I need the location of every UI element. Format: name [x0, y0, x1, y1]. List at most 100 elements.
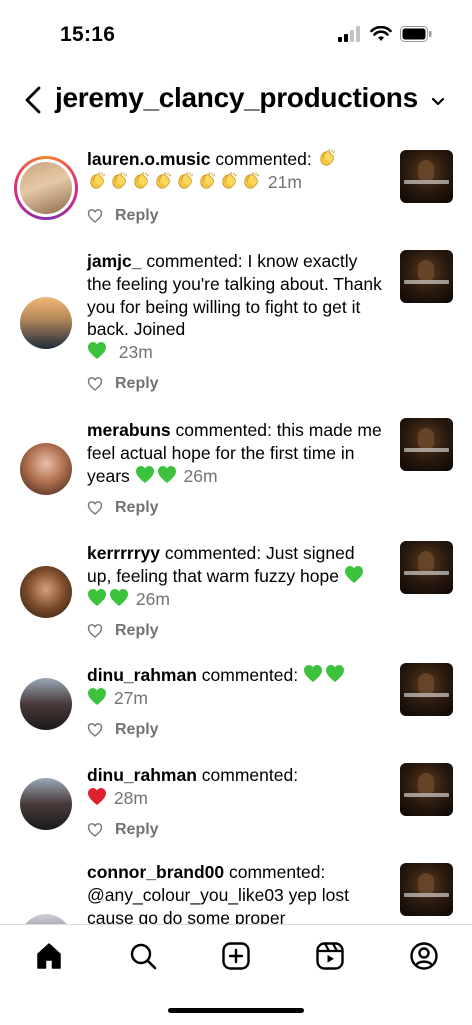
reply-row: Reply: [87, 821, 159, 839]
page-header: jeremy_clancy_productions: [0, 78, 472, 124]
like-heart-icon[interactable]: [87, 500, 103, 516]
chevron-down-icon[interactable]: [430, 96, 446, 108]
reply-row: Reply: [87, 207, 159, 225]
clap-emoji-icon: [197, 171, 217, 191]
comment-verb: commented:: [215, 149, 312, 169]
activity-feed[interactable]: lauren.o.music commented: 21m Reply jamj…: [0, 138, 472, 924]
comment-username[interactable]: kerrrrryy: [87, 543, 160, 563]
comment-body: @any_colour_you_like03 yep lost cause go…: [87, 884, 349, 924]
battery-icon: [400, 26, 432, 42]
like-heart-icon[interactable]: [87, 722, 103, 738]
comment-time: 27m: [113, 687, 148, 708]
comment-verb: commented:: [201, 665, 299, 685]
comment-time: 26m: [183, 465, 218, 486]
comment-text: connor_brand00 commented: @any_colour_yo…: [87, 861, 382, 924]
reply-button[interactable]: Reply: [115, 375, 159, 393]
reply-button[interactable]: Reply: [115, 622, 159, 640]
comment-time: 21m: [267, 171, 302, 192]
search-icon[interactable]: [128, 941, 158, 971]
like-heart-icon[interactable]: [87, 623, 103, 639]
clap-emoji-icon: [317, 148, 337, 168]
list-item[interactable]: connor_brand00 commented: @any_colour_yo…: [0, 861, 472, 924]
status-bar: 15:16: [0, 0, 472, 70]
comment-text: merabuns commented: this made me feel ac…: [87, 419, 382, 487]
comment-username[interactable]: connor_brand00: [87, 862, 224, 882]
clap-emoji-icon: [175, 171, 195, 191]
list-item[interactable]: merabuns commented: this made me feel ac…: [0, 416, 472, 526]
cellular-signal-icon: [338, 26, 360, 42]
wifi-icon: [370, 26, 392, 41]
clap-emoji-icon: [131, 171, 151, 191]
reply-row: Reply: [87, 499, 159, 517]
comment-time: 28m: [113, 787, 148, 808]
comment-text: dinu_rahman commented: 27m: [87, 664, 382, 710]
post-thumbnail[interactable]: [400, 863, 453, 916]
reply-button[interactable]: Reply: [115, 721, 159, 739]
comment-username[interactable]: jamjc_: [87, 251, 141, 271]
avatar[interactable]: [20, 443, 72, 495]
comment-time: 23m: [118, 342, 153, 363]
comment-time: 26m: [135, 588, 170, 609]
comment-text: dinu_rahman commented: 28m: [87, 764, 382, 810]
comment-username[interactable]: dinu_rahman: [87, 765, 197, 785]
post-thumbnail[interactable]: [400, 250, 453, 303]
clap-emoji-icon: [87, 171, 107, 191]
like-heart-icon[interactable]: [87, 208, 103, 224]
account-title[interactable]: jeremy_clancy_productions: [55, 82, 418, 114]
avatar[interactable]: [20, 914, 72, 924]
comment-verb: commented:: [201, 765, 299, 785]
comment-text: jamjc_ commented: I know exactly the fee…: [87, 250, 382, 364]
reply-button[interactable]: Reply: [115, 207, 159, 225]
clap-emoji-icon: [109, 171, 129, 191]
home-icon[interactable]: [34, 941, 64, 971]
home-indicator[interactable]: [168, 1008, 304, 1013]
comment-username[interactable]: dinu_rahman: [87, 665, 197, 685]
back-arrow-icon[interactable]: [20, 84, 48, 116]
reply-button[interactable]: Reply: [115, 499, 159, 517]
green-heart-emoji-icon: [344, 565, 364, 585]
avatar[interactable]: [20, 778, 72, 830]
clap-emoji-icon: [153, 171, 173, 191]
reply-row: Reply: [87, 721, 159, 739]
post-thumbnail[interactable]: [400, 418, 453, 471]
like-heart-icon[interactable]: [87, 822, 103, 838]
list-item[interactable]: jamjc_ commented: I know exactly the fee…: [0, 242, 472, 402]
red-heart-emoji-icon: [87, 787, 107, 807]
reels-icon[interactable]: [315, 941, 345, 971]
green-heart-emoji-icon: [325, 664, 345, 684]
green-heart-emoji-icon: [87, 687, 107, 707]
post-thumbnail[interactable]: [400, 763, 453, 816]
comment-verb: commented:: [229, 862, 326, 882]
list-item[interactable]: lauren.o.music commented: 21m Reply: [0, 138, 472, 233]
comment-verb: commented:: [175, 420, 272, 440]
avatar[interactable]: [20, 566, 72, 618]
post-thumbnail[interactable]: [400, 663, 453, 716]
comment-username[interactable]: merabuns: [87, 420, 171, 440]
avatar[interactable]: [14, 156, 78, 220]
post-thumbnail[interactable]: [400, 150, 453, 203]
comment-verb: commented:: [146, 251, 243, 271]
reply-button[interactable]: Reply: [115, 821, 159, 839]
reply-row: Reply: [87, 375, 159, 393]
list-item[interactable]: kerrrrryy commented: Just signed up, fee…: [0, 539, 472, 649]
green-heart-emoji-icon: [87, 341, 107, 361]
comment-username[interactable]: lauren.o.music: [87, 149, 211, 169]
green-heart-emoji-icon: [87, 588, 107, 608]
comment-verb: commented:: [164, 543, 262, 563]
list-item[interactable]: dinu_rahman commented: 27m Reply: [0, 661, 472, 751]
comment-text: lauren.o.music commented: 21m: [87, 148, 382, 194]
create-post-icon[interactable]: [221, 941, 251, 971]
comment-text: kerrrrryy commented: Just signed up, fee…: [87, 542, 382, 610]
clap-emoji-icon: [241, 171, 261, 191]
status-time: 15:16: [60, 23, 116, 46]
avatar[interactable]: [20, 678, 72, 730]
post-thumbnail[interactable]: [400, 541, 453, 594]
clap-emoji-icon: [219, 171, 239, 191]
like-heart-icon[interactable]: [87, 376, 103, 392]
status-icons: [338, 26, 432, 42]
list-item[interactable]: dinu_rahman commented: 28m Reply: [0, 761, 472, 851]
green-heart-emoji-icon: [109, 588, 129, 608]
reply-row: Reply: [87, 622, 159, 640]
profile-icon[interactable]: [409, 941, 439, 971]
avatar[interactable]: [20, 297, 72, 349]
